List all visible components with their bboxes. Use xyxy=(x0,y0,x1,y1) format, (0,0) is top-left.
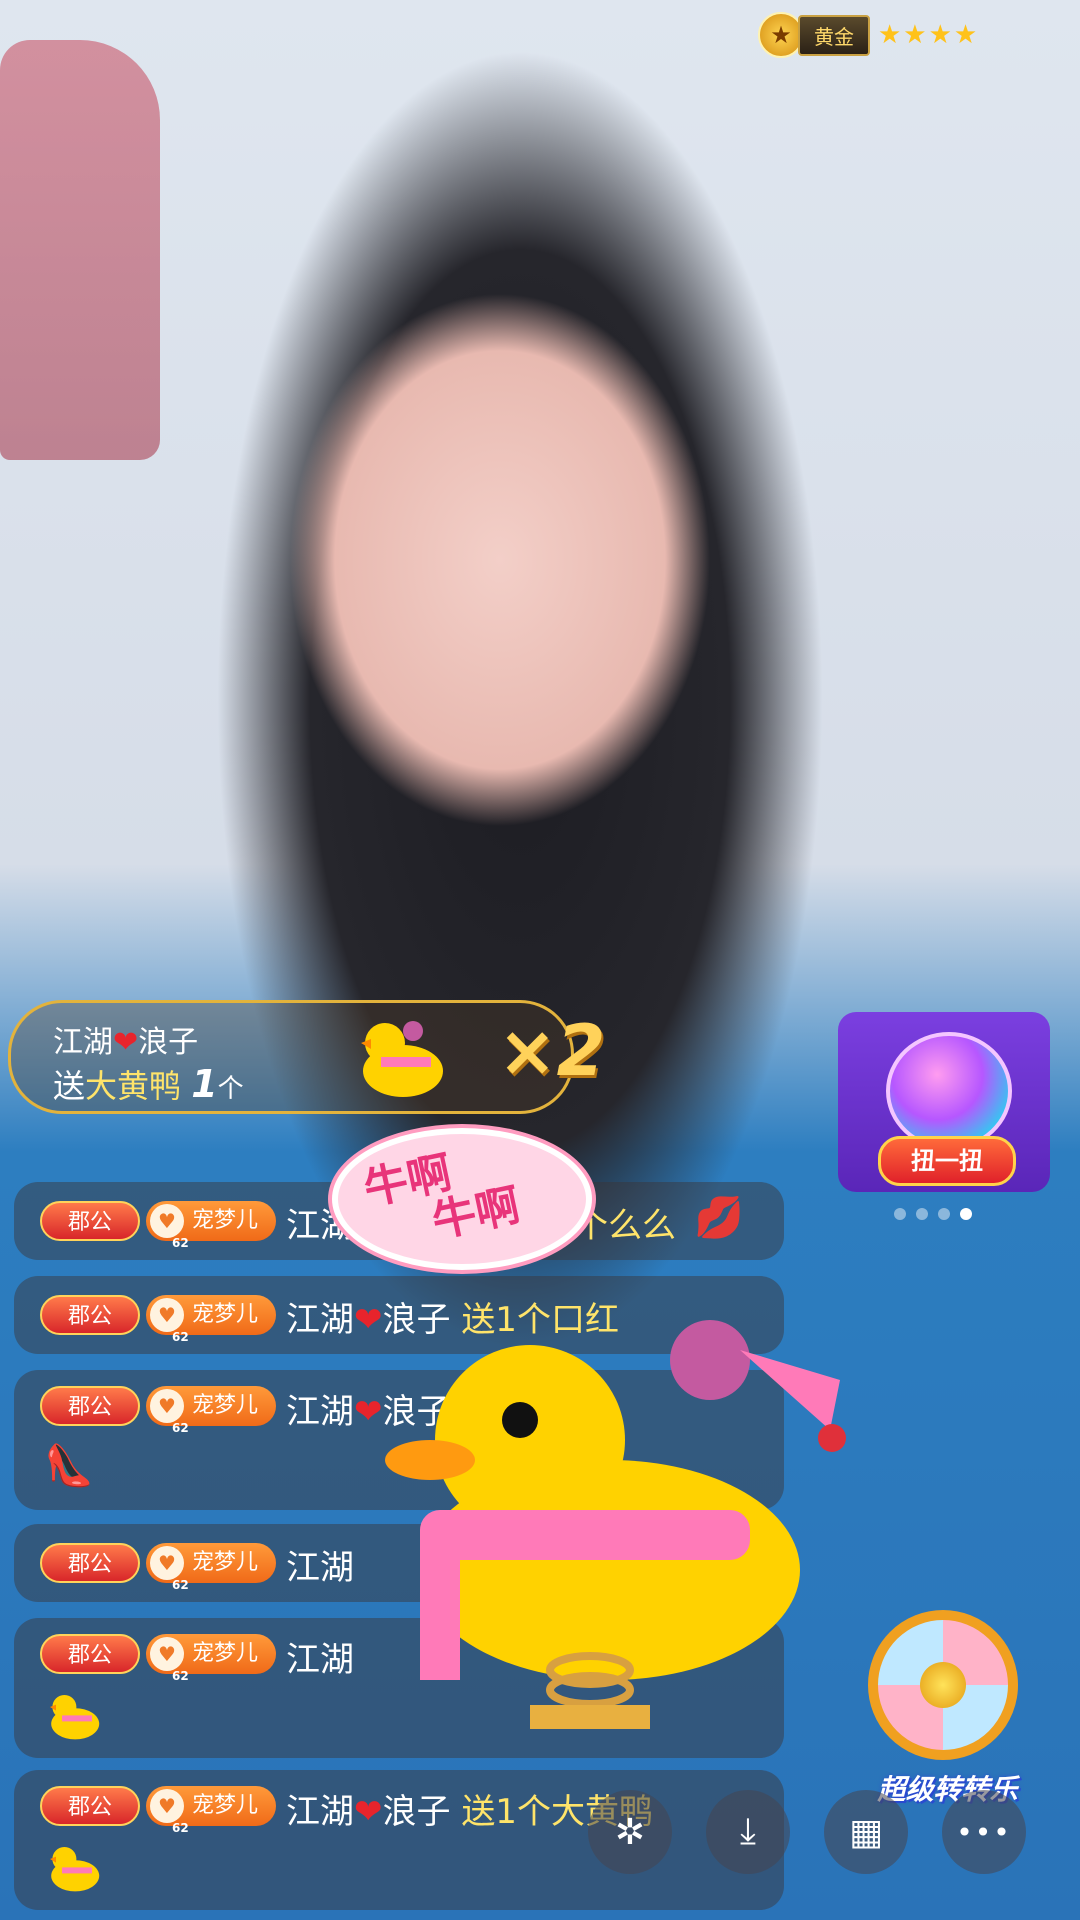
chat-user: 江湖 xyxy=(286,1640,354,1680)
pet-tag: ♥ 62 宠梦儿 xyxy=(146,1201,276,1250)
pet-name: 宠梦儿 xyxy=(192,1393,259,1418)
gift-description: 送大黄鸭 1个 xyxy=(53,1061,244,1107)
duck-gift-icon xyxy=(50,1695,100,1740)
heart-icon: ❤ xyxy=(113,1025,139,1060)
download-icon: ⤓ xyxy=(740,1811,756,1852)
rank-badge[interactable]: ★ 黄金 ★★★★ xyxy=(758,12,980,58)
carousel-dot[interactable] xyxy=(894,1208,906,1220)
gift-send-word: 送 xyxy=(53,1067,86,1105)
pet-level: 62 xyxy=(172,1669,189,1683)
carousel-dot[interactable] xyxy=(916,1208,928,1220)
rank-tag: 郡公 xyxy=(40,1634,140,1674)
rank-tag: 郡公 xyxy=(40,1295,140,1335)
high-heel-icon: 👠 xyxy=(44,1443,94,1489)
pet-tag: ♥ 62 宠梦儿 xyxy=(146,1386,276,1435)
pet-tag: ♥ 62 宠梦儿 xyxy=(146,1543,276,1592)
lucky-wheel-widget[interactable] xyxy=(858,1590,1028,1780)
pet-level: 62 xyxy=(172,1821,189,1835)
pet-name: 宠梦儿 xyxy=(192,1208,259,1233)
chat-user: 江湖 xyxy=(286,1300,354,1340)
gift-banner: 江湖❤浪子 送大黄鸭 1个 xyxy=(8,1000,574,1114)
gift-sender-suffix: 浪子 xyxy=(138,1025,199,1060)
gift-sender-name: 江湖 xyxy=(53,1025,113,1060)
chat-user: 江湖 xyxy=(286,1548,354,1588)
chat-user: 江湖 xyxy=(286,1792,354,1832)
rank-tag: 郡公 xyxy=(40,1786,140,1826)
speech-bubble-sticker: 牛啊 牛啊 xyxy=(332,1128,592,1270)
gift-unit: 个 xyxy=(217,1074,244,1104)
twist-button[interactable]: 扭一扭 xyxy=(878,1136,1016,1186)
bubble-text: 牛啊 牛啊 xyxy=(359,1138,524,1259)
gift-sender: 江湖❤浪子 xyxy=(53,1017,198,1061)
gift-multiplier: ×2 xyxy=(498,1010,606,1092)
rank-stars: ★★★★ xyxy=(878,20,980,50)
duck-gift-animation xyxy=(385,1320,846,1729)
pet-name: 宠梦儿 xyxy=(192,1793,259,1818)
pet-tag: ♥ 62 宠梦儿 xyxy=(146,1786,276,1835)
duck-gift-icon xyxy=(361,1021,443,1097)
carousel-dot[interactable] xyxy=(938,1208,950,1220)
chat-user: 江湖 xyxy=(286,1392,354,1432)
chat-user-suffix: 浪子 xyxy=(382,1792,451,1832)
pet-tag: ♥ 62 宠梦儿 xyxy=(146,1634,276,1683)
heart-icon: ❤ xyxy=(354,1792,383,1832)
pet-level: 62 xyxy=(172,1236,189,1250)
pet-tag: ♥ 62 宠梦儿 xyxy=(146,1295,276,1344)
pet-level: 62 xyxy=(172,1421,189,1435)
gift-count: 1 xyxy=(191,1062,218,1106)
rank-tag: 郡公 xyxy=(40,1543,140,1583)
gift-name: 大黄鸭 xyxy=(85,1067,182,1105)
carousel-dot-active[interactable] xyxy=(960,1208,972,1220)
chat-text: 江湖 xyxy=(286,1632,354,1681)
duck-gift-icon xyxy=(50,1847,100,1892)
more-button[interactable]: ••• xyxy=(942,1790,1026,1874)
background-figurine xyxy=(0,40,160,460)
grid-button[interactable]: ▦ xyxy=(824,1790,908,1874)
gacha-ball-icon xyxy=(886,1032,1012,1150)
pet-level: 62 xyxy=(172,1330,189,1344)
lips-icon: 💋 xyxy=(694,1195,744,1241)
grid-icon: ▦ xyxy=(848,1811,883,1853)
sparkle-icon: ✲ xyxy=(614,1811,646,1853)
pet-name: 宠梦儿 xyxy=(192,1550,259,1575)
sparkle-button[interactable]: ✲ xyxy=(588,1790,672,1874)
pet-level: 62 xyxy=(172,1578,189,1592)
rank-tag: 郡公 xyxy=(40,1201,140,1241)
pet-name: 宠梦儿 xyxy=(192,1302,259,1327)
download-button[interactable]: ⤓ xyxy=(706,1790,790,1874)
rank-label: 黄金 xyxy=(798,14,870,56)
carousel-dots xyxy=(894,1208,972,1220)
pet-name: 宠梦儿 xyxy=(192,1641,259,1666)
rank-tag: 郡公 xyxy=(40,1386,140,1426)
wheel-center-icon xyxy=(920,1662,966,1708)
more-icon: ••• xyxy=(956,1815,1012,1849)
twist-widget[interactable]: 扭一扭 xyxy=(838,1012,1050,1192)
chat-text: 江湖 xyxy=(286,1540,354,1589)
